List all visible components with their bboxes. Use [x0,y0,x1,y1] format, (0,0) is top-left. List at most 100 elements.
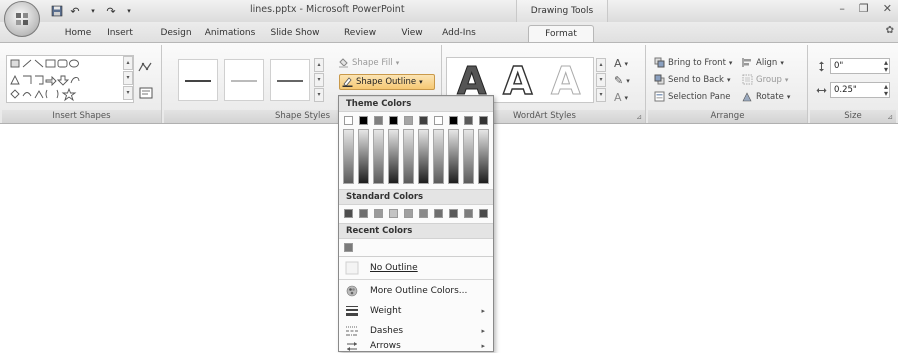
menu-item-weight[interactable]: Weight ▸ [339,301,493,321]
tab-animations[interactable]: Animations [202,25,258,42]
tab-design[interactable]: Design [156,25,196,42]
close-icon[interactable]: ✕ [883,2,892,15]
undo-icon[interactable]: ↶ [68,4,82,18]
shape-fill-button[interactable]: Shape Fill ▾ [338,57,399,68]
theme-color-swatch[interactable] [434,116,443,125]
standard-color-swatch[interactable] [389,209,398,218]
size-launcher-icon[interactable]: ⊿ [887,113,893,121]
theme-shade-column[interactable] [448,129,459,184]
wordart-style-3[interactable]: A [550,59,580,104]
styles-scroll-up-icon[interactable]: ▴ [314,58,324,72]
wordart-more-icon[interactable]: ▾ [596,88,606,102]
theme-shade-column[interactable] [343,129,354,184]
tab-home[interactable]: Home [60,25,96,42]
group-button[interactable]: Group ▾ [742,74,788,85]
qat-dropdown-icon[interactable]: ▾ [86,4,100,18]
theme-color-swatch[interactable] [374,116,383,125]
send-to-back-button[interactable]: Send to Back ▾ [654,74,731,85]
menu-item-no-outline[interactable]: No Outline [339,258,493,278]
text-effects-button[interactable]: A ▾ [614,91,628,104]
menu-item-more-outline-colors[interactable]: More Outline Colors... [339,281,493,301]
text-fill-icon: A [614,57,622,70]
standard-color-swatch[interactable] [374,209,383,218]
tab-add-ins[interactable]: Add-Ins [438,25,480,42]
shape-style-1[interactable] [178,59,218,101]
shape-width-input[interactable]: 0.25" [830,82,890,98]
theme-shade-column[interactable] [463,129,474,184]
text-box-icon[interactable] [139,87,153,99]
menu-item-arrows[interactable]: Arrows ▸ [339,341,493,353]
theme-color-swatch[interactable] [419,116,428,125]
gallery-scroll-down-icon[interactable]: ▾ [123,71,133,85]
selection-pane-label: Selection Pane [668,91,731,102]
redo-icon[interactable]: ↷ [104,4,118,18]
shape-height-icon [816,61,827,72]
theme-color-swatch[interactable] [449,116,458,125]
shape-style-2[interactable] [224,59,264,101]
menu-separator [339,279,493,280]
weight-label: Weight [370,306,402,316]
restore-icon[interactable]: ❐ [859,2,869,15]
color-wheel-icon [345,284,359,298]
shape-style-3[interactable] [270,59,310,101]
theme-color-swatch[interactable] [359,116,368,125]
theme-shade-column[interactable] [358,129,369,184]
theme-color-swatch[interactable] [389,116,398,125]
theme-shade-column[interactable] [478,129,489,184]
tab-slide-show[interactable]: Slide Show [266,25,324,42]
office-button[interactable] [4,1,40,37]
selection-pane-button[interactable]: Selection Pane [654,91,730,102]
standard-color-swatch[interactable] [434,209,443,218]
theme-shade-column[interactable] [418,129,429,184]
theme-shade-column[interactable] [403,129,414,184]
text-outline-button[interactable]: ✎ ▾ [614,74,630,87]
wordart-style-2[interactable]: A [502,58,533,103]
align-button[interactable]: Align ▾ [742,57,784,68]
height-spinner-icon[interactable]: ▴ ▾ [884,59,888,74]
shape-outline-button[interactable]: Shape Outline ▾ [339,74,435,90]
standard-color-swatch[interactable] [404,209,413,218]
standard-color-swatch[interactable] [419,209,428,218]
theme-color-swatch[interactable] [479,116,488,125]
minimize-icon[interactable]: – [839,2,845,15]
bring-front-icon [654,57,665,68]
menu-item-dashes[interactable]: Dashes ▸ [339,321,493,341]
theme-shade-column[interactable] [433,129,444,184]
theme-shade-column[interactable] [373,129,384,184]
standard-color-swatch[interactable] [479,209,488,218]
theme-color-swatch[interactable] [464,116,473,125]
theme-color-swatch[interactable] [344,116,353,125]
shape-height-input[interactable]: 0" [830,58,890,74]
shapes-gallery[interactable]: ▴ ▾ ▾ [6,55,134,103]
edit-shape-icon[interactable] [138,61,154,73]
bring-to-front-button[interactable]: Bring to Front ▾ [654,57,732,68]
save-icon[interactable] [50,4,64,18]
wordart-launcher-icon[interactable]: ⊿ [636,113,642,121]
tab-format[interactable]: Format [528,25,594,42]
tab-insert[interactable]: Insert [102,25,138,42]
arrows-label: Arrows [370,341,401,351]
theme-shade-column[interactable] [388,129,399,184]
help-icon[interactable]: ✿ [886,25,894,36]
theme-colors-header: Theme Colors [339,96,493,112]
submenu-arrow-icon: ▸ [481,342,485,350]
standard-color-swatch[interactable] [344,209,353,218]
gallery-scroll-up-icon[interactable]: ▴ [123,56,133,70]
standard-color-swatch[interactable] [464,209,473,218]
standard-color-swatch[interactable] [449,209,458,218]
rotate-button[interactable]: Rotate ▾ [742,91,790,102]
wordart-scroll-down-icon[interactable]: ▾ [596,73,606,87]
text-fill-button[interactable]: A ▾ [614,57,628,70]
standard-color-swatch[interactable] [359,209,368,218]
tab-review[interactable]: Review [340,25,380,42]
styles-more-icon[interactable]: ▾ [314,88,324,102]
recent-color-swatch[interactable] [344,243,353,252]
shape-width-icon [816,85,827,96]
theme-color-swatch[interactable] [404,116,413,125]
width-spinner-icon[interactable]: ▴ ▾ [884,83,888,98]
gallery-more-icon[interactable]: ▾ [123,86,133,100]
styles-scroll-down-icon[interactable]: ▾ [314,73,324,87]
customize-qat-icon[interactable]: ▾ [122,4,136,18]
tab-view[interactable]: View [392,25,432,42]
wordart-scroll-up-icon[interactable]: ▴ [596,58,606,72]
